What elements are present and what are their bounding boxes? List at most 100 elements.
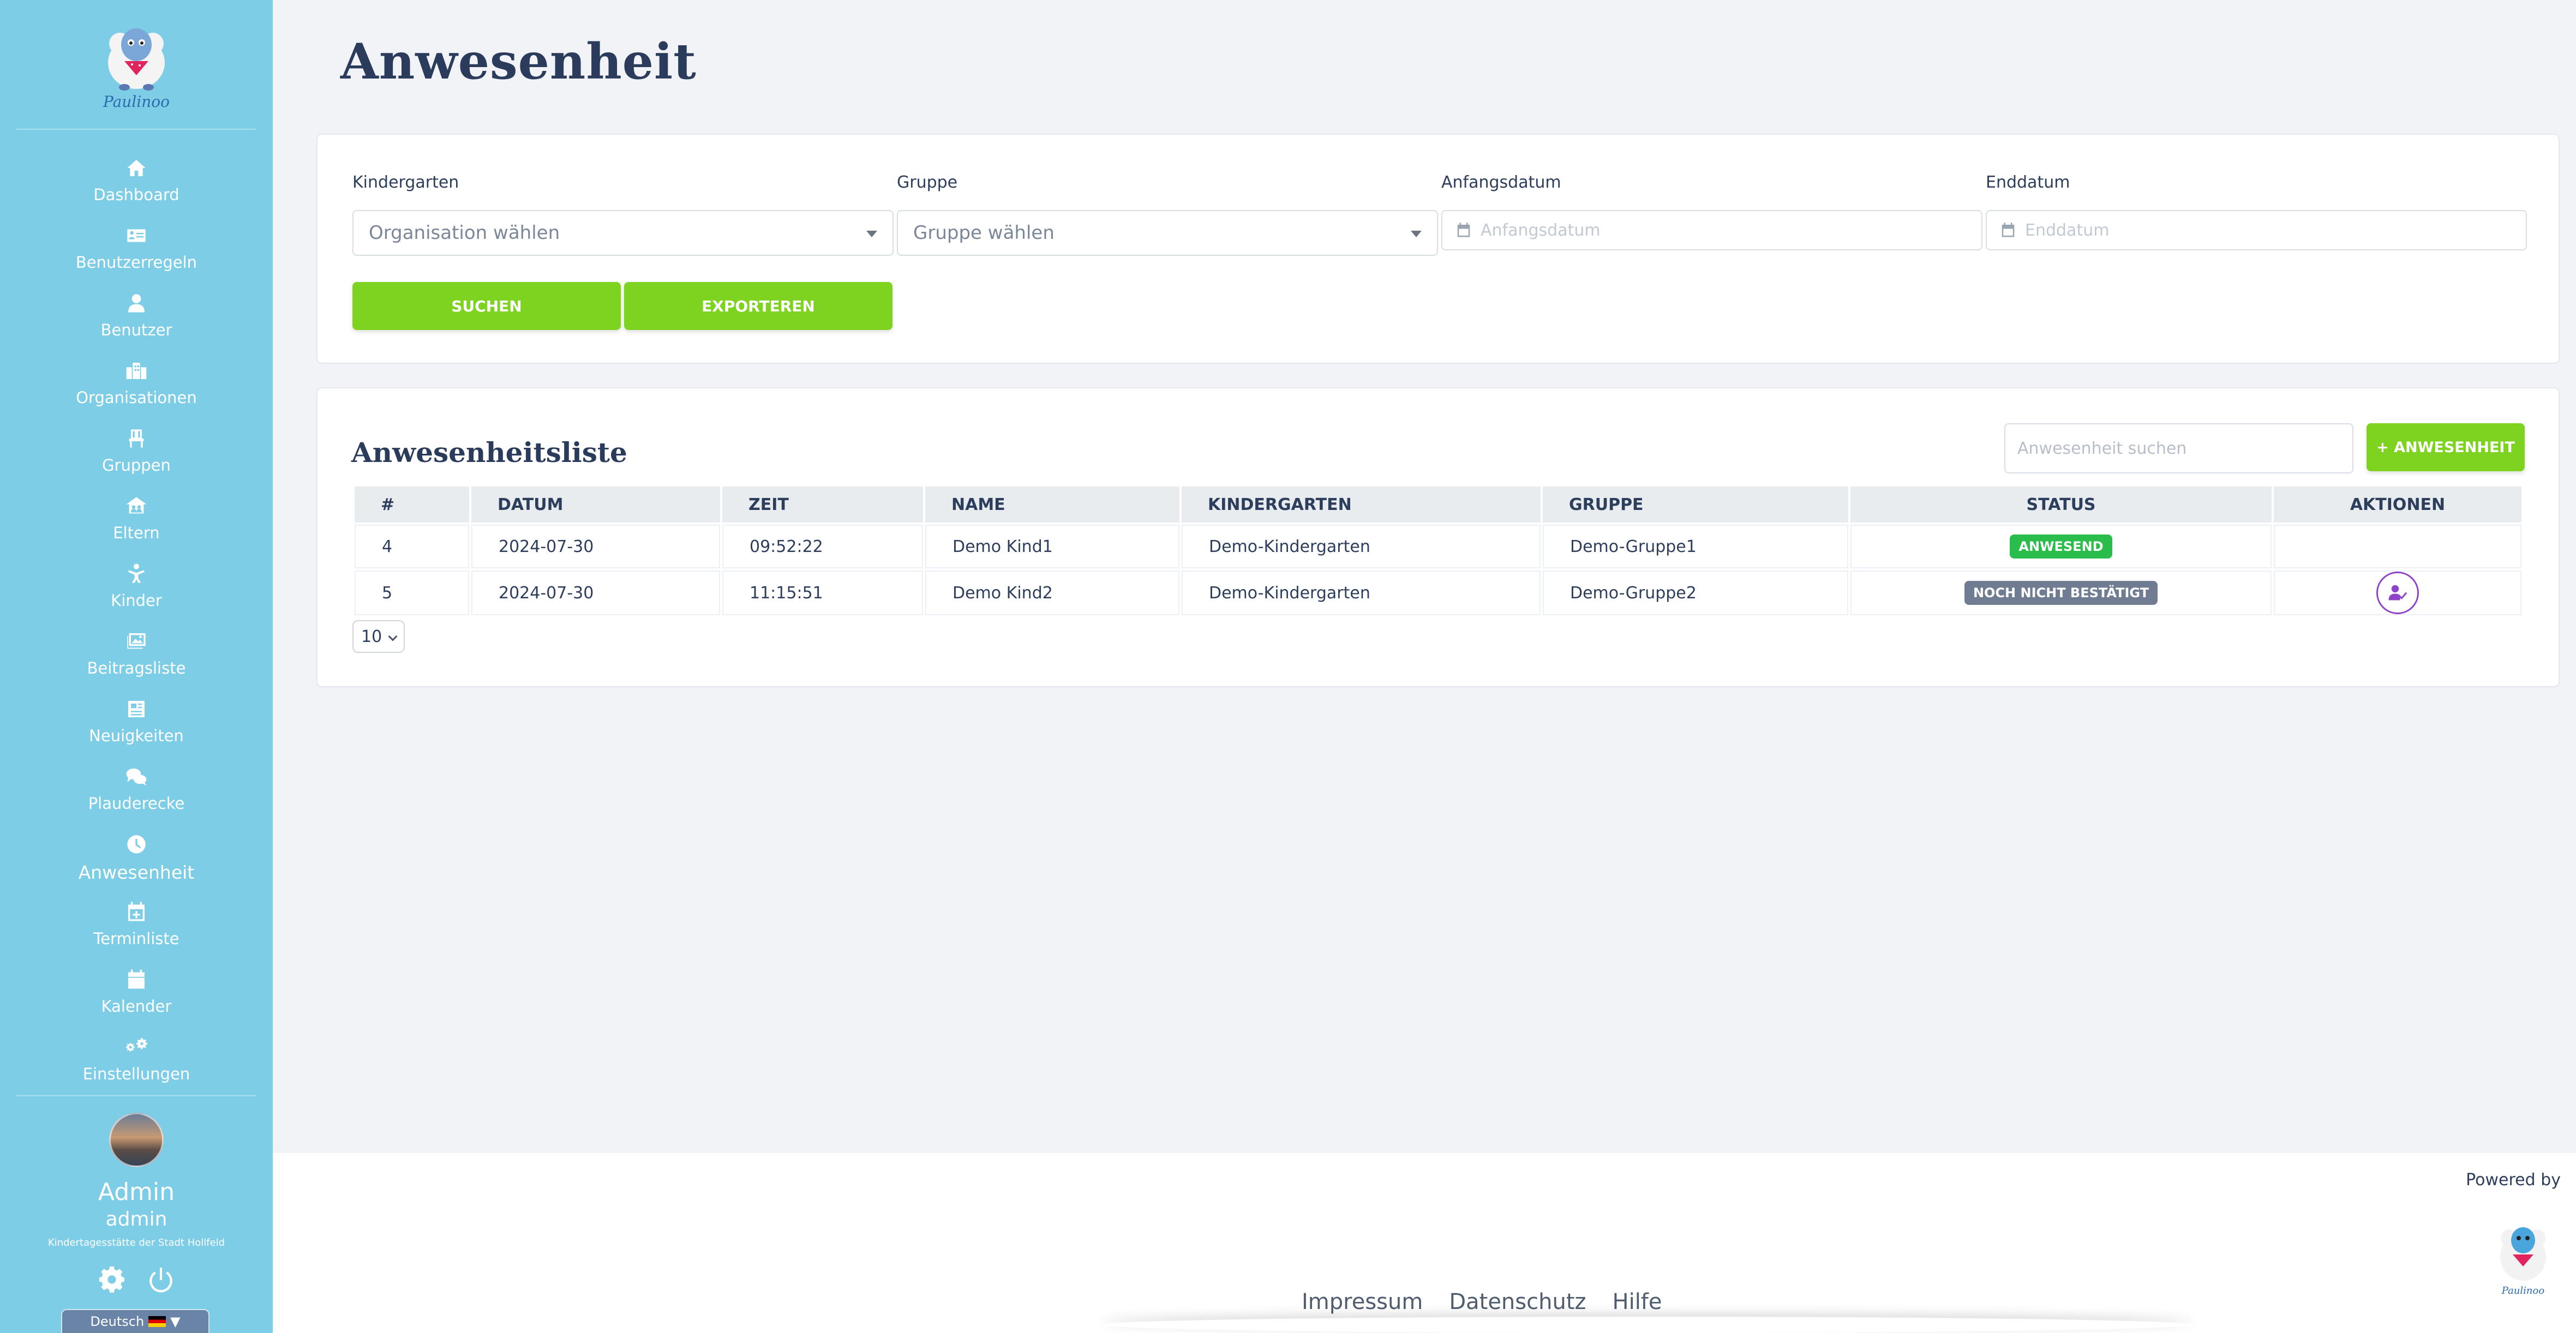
user-login: admin: [105, 1208, 167, 1230]
chat-icon: [126, 768, 147, 786]
sidebar-item-terminliste[interactable]: Terminliste: [0, 891, 273, 959]
user-panel: Admin admin Kindertagesstätte der Stadt …: [0, 1113, 273, 1248]
status-badge: NOCH NICHT BESTÄTIGT: [1964, 581, 2158, 605]
chevron-down-icon: [388, 632, 398, 641]
sheep-logo-icon: Paulinoo: [2500, 1227, 2546, 1296]
user-organization: Kindertagesstätte der Stadt Hollfeld: [47, 1237, 225, 1248]
gruppe-placeholder: Gruppe wählen: [913, 222, 1055, 244]
power-icon[interactable]: [147, 1266, 175, 1294]
impressum-link[interactable]: Impressum: [1302, 1289, 1423, 1314]
user-check-icon: [2388, 585, 2407, 601]
sidebar-item-benutzer[interactable]: Benutzer: [0, 283, 273, 350]
sidebar-item-dashboard[interactable]: Dashboard: [0, 147, 273, 215]
sidebar-item-label: Anwesenheit: [78, 862, 195, 883]
sidebar-item-label: Organisationen: [76, 388, 197, 407]
attendance-list-card: Anwesenheitsliste Anwesenheit suchen + A…: [316, 387, 2560, 687]
sidebar-item-kinder[interactable]: Kinder: [0, 553, 273, 621]
hilfe-link[interactable]: Hilfe: [1613, 1289, 1662, 1314]
column-header-number[interactable]: #: [355, 487, 469, 523]
search-button[interactable]: SUCHEN: [352, 282, 621, 330]
user-icon: [128, 294, 145, 313]
column-header-status[interactable]: STATUS: [1850, 487, 2272, 523]
sidebar-item-neuigkeiten[interactable]: Neuigkeiten: [0, 688, 273, 756]
column-header-name[interactable]: NAME: [925, 487, 1179, 523]
sidebar: Paulinoo Dashboard Benutzerregeln Benutz…: [0, 0, 273, 1333]
id-card-icon: [127, 229, 146, 242]
cell-name: Demo Kind1: [925, 525, 1179, 568]
sidebar-item-beitragsliste[interactable]: Beitragsliste: [0, 621, 273, 688]
sidebar-item-label: Kalender: [101, 997, 172, 1016]
cell-actions: [2274, 525, 2521, 568]
gruppe-select[interactable]: Gruppe wählen: [897, 210, 1438, 256]
child-icon: [128, 563, 145, 583]
end-date-label: Enddatum: [1986, 173, 2070, 192]
sidebar-item-eltern[interactable]: Eltern: [0, 485, 273, 553]
kindergarten-select[interactable]: Organisation wählen: [352, 210, 894, 256]
search-placeholder: Anwesenheit suchen: [2017, 439, 2187, 458]
sidebar-item-gruppen[interactable]: Gruppen: [0, 418, 273, 485]
start-date-placeholder: Anfangsdatum: [1481, 220, 1601, 240]
page-title: Anwesenheit: [340, 33, 697, 91]
sidebar-item-label: Beitragsliste: [87, 659, 186, 677]
calendar-plus-icon: [128, 902, 145, 921]
cell-datum: 2024-07-30: [471, 525, 720, 568]
cell-number: 4: [355, 525, 469, 568]
newspaper-icon: [128, 701, 145, 717]
cell-datum: 2024-07-30: [471, 571, 720, 615]
column-header-datum[interactable]: DATUM: [471, 487, 720, 523]
chair-icon: [129, 429, 144, 448]
gruppe-label: Gruppe: [897, 173, 958, 192]
cell-kindergarten: Demo-Kindergarten: [1182, 525, 1541, 568]
kindergarten-placeholder: Organisation wählen: [369, 222, 560, 244]
sidebar-item-label: Neuigkeiten: [89, 726, 184, 745]
parents-icon: [126, 497, 147, 514]
app-logo[interactable]: Paulinoo: [0, 0, 273, 125]
sidebar-item-label: Benutzer: [100, 321, 172, 339]
sheep-logo-icon: [108, 28, 165, 91]
sidebar-item-organisationen[interactable]: Organisationen: [0, 350, 273, 418]
cell-number: 5: [355, 571, 469, 615]
sidebar-item-label: Terminliste: [93, 929, 179, 948]
column-header-kindergarten[interactable]: KINDERGARTEN: [1182, 487, 1541, 523]
avatar[interactable]: [109, 1113, 164, 1167]
add-attendance-button[interactable]: + ANWESENHEIT: [2367, 423, 2525, 471]
sidebar-nav: Dashboard Benutzerregeln Benutzer Organi…: [0, 147, 273, 1094]
sidebar-item-einstellungen[interactable]: Einstellungen: [0, 1026, 273, 1094]
chevron-down-icon: ▼: [170, 1314, 181, 1329]
calendar-icon: [1457, 223, 1470, 237]
start-date-input[interactable]: Anfangsdatum: [1441, 210, 1982, 250]
sidebar-divider: [16, 1095, 256, 1096]
confirm-attendance-button[interactable]: [2376, 572, 2419, 614]
settings-icon[interactable]: [98, 1266, 125, 1294]
datenschutz-link[interactable]: Datenschutz: [1449, 1289, 1586, 1314]
page-size-value: 10: [361, 627, 382, 646]
column-header-gruppe[interactable]: GRUPPE: [1543, 487, 1848, 523]
cell-kindergarten: Demo-Kindergarten: [1182, 571, 1541, 615]
table-header: # DATUM ZEIT NAME KINDERGARTEN GRUPPE ST…: [355, 487, 2521, 523]
end-date-input[interactable]: Enddatum: [1986, 210, 2527, 250]
sidebar-item-benutzerregeln[interactable]: Benutzerregeln: [0, 215, 273, 283]
start-date-label: Anfangsdatum: [1441, 173, 1561, 192]
table-row: 5 2024-07-30 11:15:51 Demo Kind2 Demo-Ki…: [355, 571, 2521, 615]
user-actions: [98, 1266, 175, 1294]
svg-text:Paulinoo: Paulinoo: [2501, 1285, 2545, 1296]
calendar-icon: [2002, 223, 2015, 237]
cell-zeit: 11:15:51: [722, 571, 923, 615]
column-header-aktionen: AKTIONEN: [2274, 487, 2521, 523]
sidebar-item-label: Benutzerregeln: [75, 253, 197, 272]
sidebar-item-plauderecke[interactable]: Plauderecke: [0, 756, 273, 824]
cell-zeit: 09:52:22: [722, 525, 923, 568]
attendance-search-input[interactable]: Anwesenheit suchen: [2004, 423, 2353, 473]
brand-name: Paulinoo: [103, 93, 170, 111]
sidebar-item-kalender[interactable]: Kalender: [0, 959, 273, 1026]
column-header-zeit[interactable]: ZEIT: [722, 487, 923, 523]
caret-down-icon: [866, 231, 877, 237]
sidebar-item-anwesenheit[interactable]: Anwesenheit: [0, 824, 273, 891]
end-date-placeholder: Enddatum: [2025, 220, 2110, 240]
attendance-table: # DATUM ZEIT NAME KINDERGARTEN GRUPPE ST…: [352, 484, 2524, 617]
cell-status: ANWESEND: [1850, 525, 2272, 568]
language-select[interactable]: Deutsch ▼: [61, 1309, 209, 1333]
page-size-select[interactable]: 10: [352, 620, 405, 653]
export-button[interactable]: EXPORTEREN: [624, 282, 892, 330]
german-flag-icon: [148, 1316, 166, 1327]
